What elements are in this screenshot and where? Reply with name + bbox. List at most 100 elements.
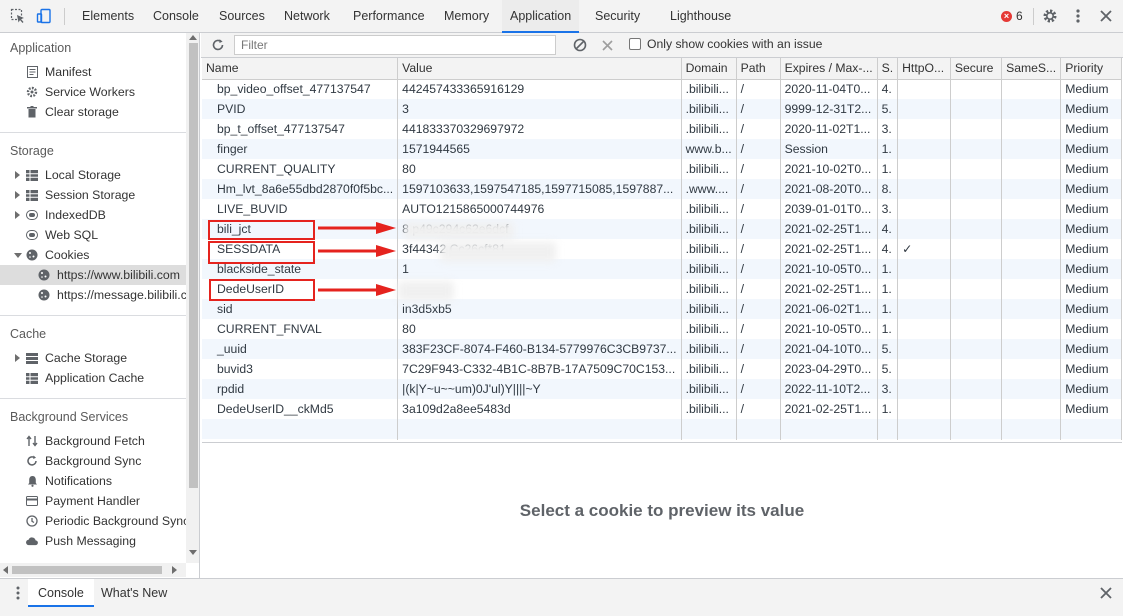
only-issue-checkbox[interactable]: Only show cookies with an issue — [629, 37, 822, 51]
column-header-expires[interactable]: Expires / Max-... — [780, 58, 878, 80]
sidebar-item-periodic-background-sync[interactable]: Periodic Background Sync — [26, 511, 189, 531]
application-sidebar: Application Manifest Service Workers Cle… — [0, 33, 200, 578]
expand-arrow-icon[interactable] — [15, 171, 20, 179]
cell-priority: Medium — [1060, 99, 1122, 119]
table-row[interactable]: CURRENT_QUALITY 80 .bilibili.../2021-10-02… — [202, 159, 1122, 179]
drawer-tab-whats-new[interactable]: What's New — [91, 579, 177, 607]
close-devtools-icon[interactable] — [1097, 7, 1115, 25]
scroll-left-arrow-icon[interactable] — [3, 566, 8, 574]
table-row[interactable]: LIVE_BUVID AUTO1215865000744976 .bilibili.… — [202, 199, 1122, 219]
more-options-icon[interactable] — [1069, 7, 1087, 25]
cookie-filter-input[interactable] — [234, 35, 556, 55]
cell-domain: .bilibili... — [681, 99, 737, 119]
sidebar-vertical-scroll-thumb[interactable] — [189, 43, 198, 488]
sidebar-item-local-storage[interactable]: Local Storage — [26, 165, 121, 185]
sidebar-item-cookie-origin-message[interactable]: https://message.bilibili.com — [38, 285, 199, 305]
sidebar-item-clear-storage[interactable]: Clear storage — [26, 102, 119, 122]
table-row[interactable]: Hm_lvt_8a6e55dbd2870f0f5bc... 1597103633,… — [202, 179, 1122, 199]
tab-memory[interactable]: Memory — [436, 0, 497, 32]
scroll-up-arrow-icon[interactable] — [189, 35, 197, 40]
cell-value: in3d5xb5 — [397, 299, 682, 319]
column-header-domain[interactable]: Domain — [681, 58, 737, 80]
drawer-tab-console[interactable]: Console — [28, 579, 94, 607]
cell-secure — [950, 159, 1003, 179]
table-row[interactable]: bp_t_offset_477137547 441833370329697972.… — [202, 119, 1122, 139]
table-row[interactable]: finger 1571944565 www.b... / Session 1. Medium — [202, 139, 1122, 159]
settings-gear-icon[interactable] — [1041, 7, 1059, 25]
table-row[interactable]: sid in3d5xb5 .bilibili.../2021-06-02T1... 1… — [202, 299, 1122, 319]
cell-domain: .bilibili... — [681, 219, 737, 239]
table-row[interactable]: rpdid |(k|Y~u~~um)0J'ul)Y||||~Y .bilibili.… — [202, 379, 1122, 399]
delete-selected-icon[interactable] — [598, 36, 616, 54]
cell-secure — [950, 359, 1003, 379]
column-header-path[interactable]: Path — [736, 58, 781, 80]
sidebar-item-background-fetch[interactable]: Background Fetch — [26, 431, 145, 451]
sidebar-item-service-workers[interactable]: Service Workers — [26, 82, 135, 102]
column-header-name[interactable]: Name — [202, 58, 399, 80]
cell-httponly — [897, 379, 951, 399]
table-row[interactable]: DedeUserID__ckMd5 3a109d2a8ee5483d .bilibi… — [202, 399, 1122, 419]
collapse-arrow-icon[interactable] — [14, 253, 22, 258]
sidebar-item-push-messaging[interactable]: Push Messaging — [26, 531, 136, 551]
cell-size: 1. — [877, 159, 899, 179]
expand-arrow-icon[interactable] — [15, 354, 20, 362]
column-header-samesite[interactable]: SameS... — [1001, 58, 1062, 80]
close-drawer-icon[interactable] — [1097, 584, 1115, 602]
sidebar-item-cookie-origin-www[interactable]: https://www.bilibili.com — [0, 265, 186, 285]
scroll-down-arrow-icon[interactable] — [189, 550, 197, 555]
tab-sources[interactable]: Sources — [211, 0, 273, 32]
cell-domain: .bilibili... — [681, 159, 737, 179]
table-row[interactable]: blackside_state 1 .bilibili.../2021-10-05T… — [202, 259, 1122, 279]
error-count-badge[interactable]: × 6 — [1001, 9, 1023, 23]
table-row[interactable]: _uuid 383F23CF-8074-F460-B134-5779976C3CB… — [202, 339, 1122, 359]
sidebar-item-background-sync[interactable]: Background Sync — [26, 451, 141, 471]
table-row[interactable]: bili_jct8 p49c294c62e6dcf.bilibili.../20… — [202, 219, 1122, 239]
column-header-value[interactable]: Value — [397, 58, 682, 80]
table-row[interactable]: PVID 3 .bilibili.../9999-12-31T2... 5. Mediu… — [202, 99, 1122, 119]
sidebar-horizontal-scroll-thumb[interactable] — [12, 566, 162, 574]
sidebar-item-indexeddb[interactable]: IndexedDB — [26, 205, 106, 225]
sidebar-item-notifications[interactable]: Notifications — [26, 471, 112, 491]
table-row[interactable]: SESSDATA3f44342 Cc26cf*81.bilibili.../20… — [202, 239, 1122, 259]
sidebar-item-cache-storage[interactable]: Cache Storage — [26, 348, 127, 368]
drawer-menu-icon[interactable] — [9, 584, 27, 602]
sidebar-item-web-sql[interactable]: Web SQL — [26, 225, 98, 245]
tab-console[interactable]: Console — [145, 0, 207, 32]
table-row[interactable]: CURRENT_FNVAL 80 .bilibili.../2021-10-05T0… — [202, 319, 1122, 339]
tab-security[interactable]: Security — [587, 0, 648, 32]
table-row[interactable]: buvid3 7C29F943-C332-4B1C-8B7B-17A7509C70… — [202, 359, 1122, 379]
scroll-right-arrow-icon[interactable] — [172, 566, 177, 574]
tab-application[interactable]: Application — [502, 0, 580, 33]
empty-cell — [897, 419, 951, 439]
checkbox-box[interactable] — [629, 38, 641, 50]
clear-all-cookies-icon[interactable] — [571, 36, 589, 54]
sidebar-item-payment-handler[interactable]: Payment Handler — [26, 491, 140, 511]
column-header-size[interactable]: S. — [877, 58, 899, 80]
sidebar-item-application-cache[interactable]: Application Cache — [26, 368, 144, 388]
inspect-element-icon[interactable] — [9, 7, 27, 25]
tab-elements[interactable]: Elements — [74, 0, 142, 32]
tab-lighthouse[interactable]: Lighthouse — [662, 0, 739, 32]
sidebar-vertical-scrollbar[interactable] — [186, 33, 199, 563]
column-header-priority[interactable]: Priority — [1060, 58, 1122, 80]
device-toolbar-icon[interactable] — [35, 7, 53, 25]
empty-row — [202, 439, 1122, 440]
sidebar-horizontal-scrollbar[interactable] — [0, 563, 186, 577]
column-header-secure[interactable]: Secure — [950, 58, 1003, 80]
expand-arrow-icon[interactable] — [15, 191, 20, 199]
sidebar-item-session-storage[interactable]: Session Storage — [26, 185, 135, 205]
expand-arrow-icon[interactable] — [15, 211, 20, 219]
tab-performance[interactable]: Performance — [345, 0, 433, 32]
table-row[interactable]: bp_video_offset_477137547 442457433365916… — [202, 79, 1122, 99]
refresh-icon[interactable] — [209, 36, 227, 54]
cell-samesite — [1001, 199, 1062, 219]
empty-cell — [1060, 439, 1122, 440]
sidebar-item-cookies[interactable]: Cookies — [26, 245, 89, 265]
sidebar-item-manifest[interactable]: Manifest — [26, 62, 91, 82]
column-header-httponly[interactable]: HttpO... — [897, 58, 951, 80]
table-row[interactable]: DedeUserID .bilibili.../2021-02-25T1... 1.… — [202, 279, 1122, 299]
database-icon — [26, 209, 38, 221]
storage-grid-icon — [26, 189, 38, 201]
cell-path: / — [736, 339, 781, 359]
tab-network[interactable]: Network — [276, 0, 338, 32]
